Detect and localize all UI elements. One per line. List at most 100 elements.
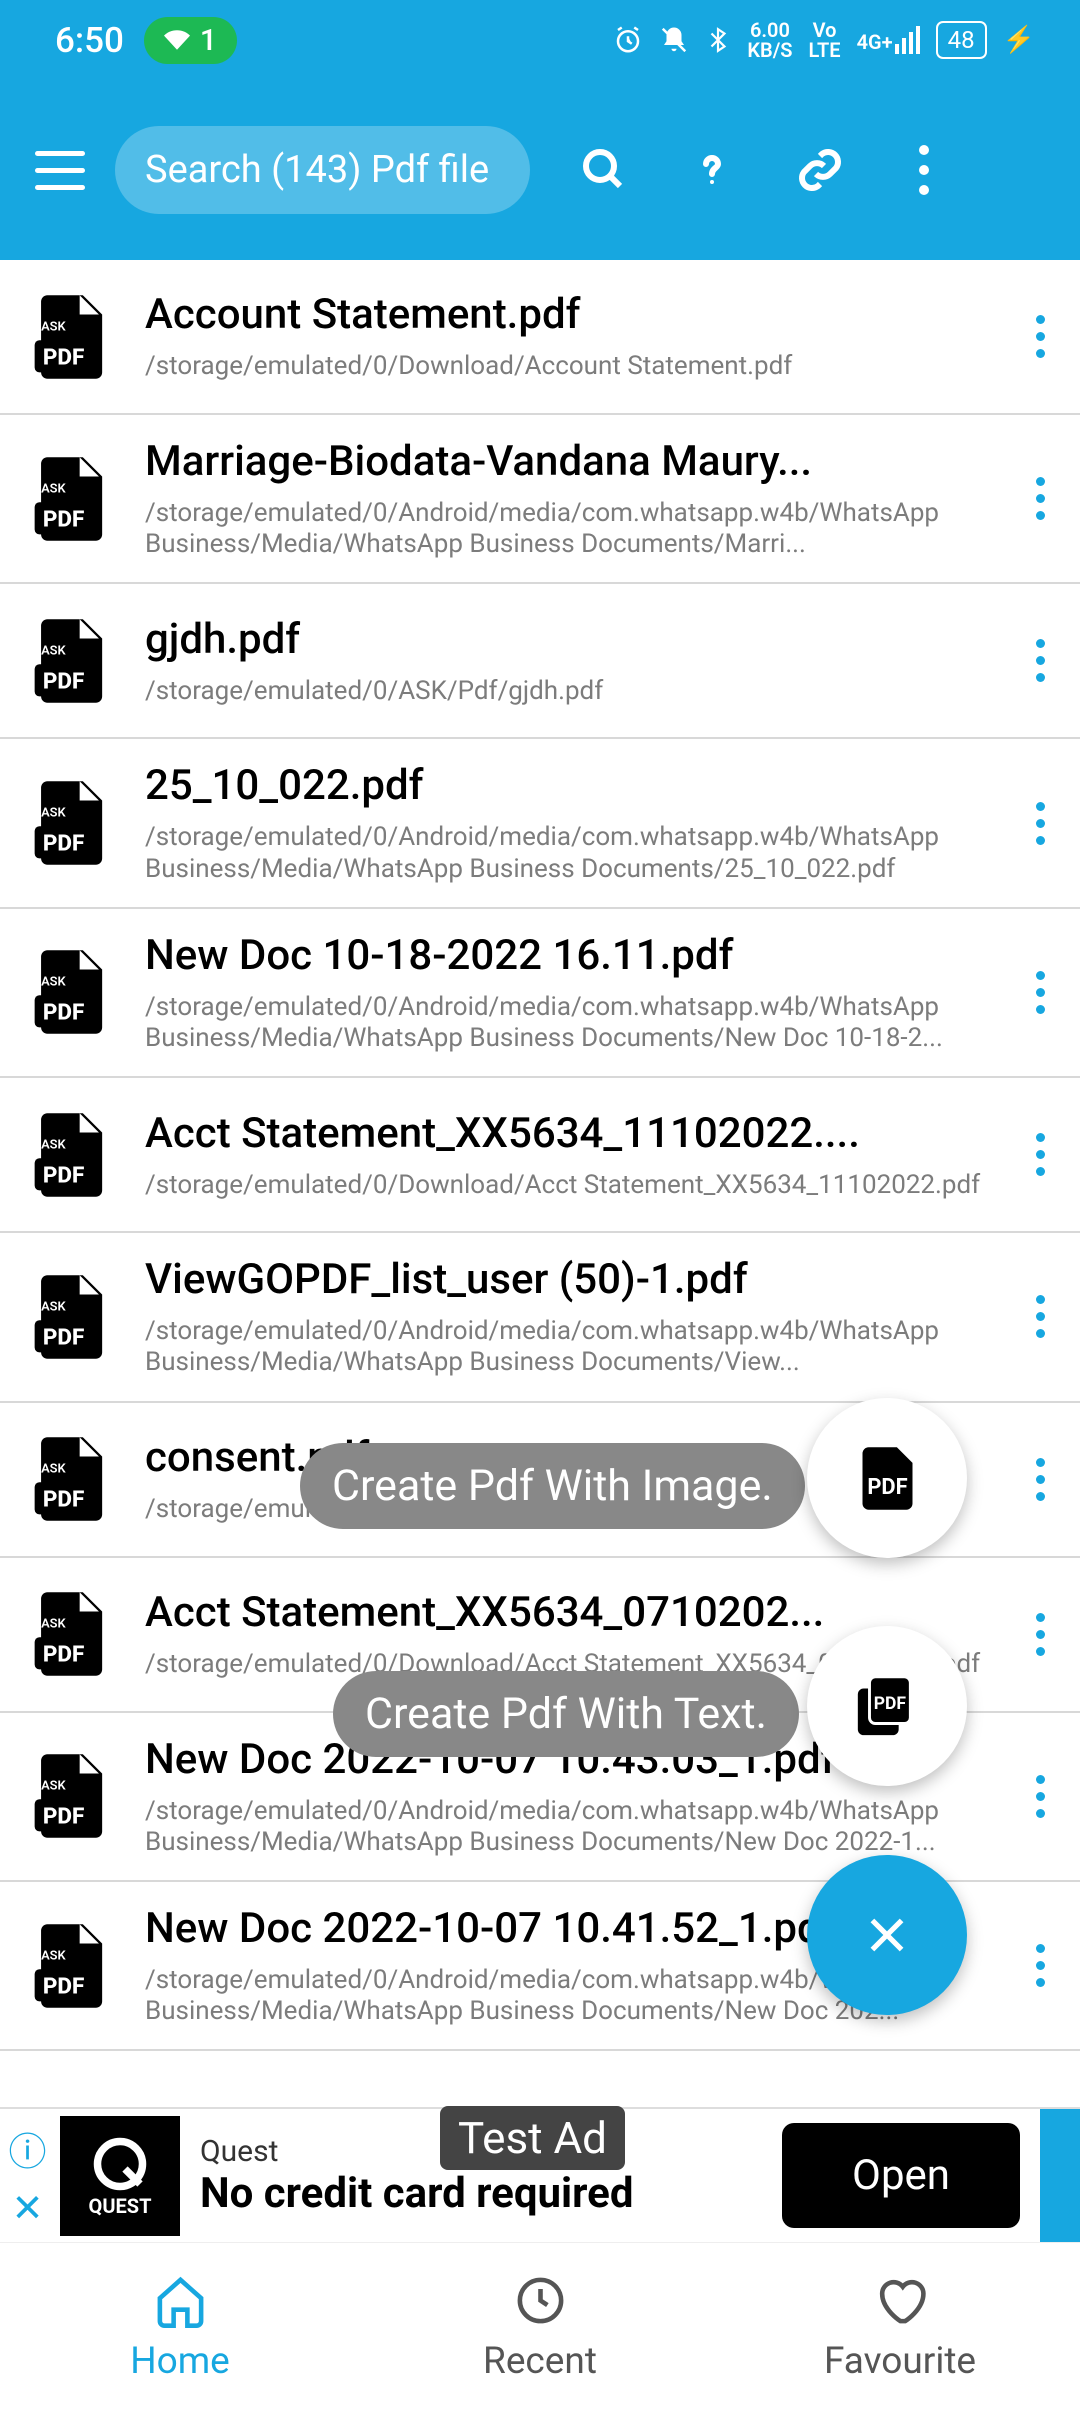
svg-text:ASK: ASK — [41, 1299, 66, 1314]
network-speed: 6.00 KB/S — [747, 20, 792, 60]
svg-text:PDF: PDF — [43, 1486, 85, 1512]
ad-accent — [1040, 2109, 1080, 2242]
status-bar: 6:50 1 6.00 KB/S Vo LTE 4G+ 48 ⚡ — [0, 0, 1080, 80]
file-name: Acct Statement_XX5634_0710202... — [145, 1588, 985, 1637]
file-more-button[interactable] — [1020, 1944, 1060, 1987]
file-path: /storage/emulated/0/Android/media/com.wh… — [145, 498, 985, 560]
svg-text:PDF: PDF — [43, 668, 85, 694]
file-more-button[interactable] — [1020, 1458, 1060, 1501]
fab-button-image[interactable]: PDF — [807, 1398, 967, 1558]
charging-icon: ⚡ — [1003, 25, 1035, 55]
file-row[interactable]: ASK PDF ViewGOPDF_list_user (50)-1.pdf /… — [0, 1233, 1080, 1402]
nav-favourite[interactable]: Favourite — [720, 2243, 1080, 2412]
file-path: /storage/emulated/0/Android/media/com.wh… — [145, 992, 985, 1054]
svg-text:ASK: ASK — [41, 1137, 66, 1152]
nav-recent-label: Recent — [483, 2340, 597, 2383]
file-path: /storage/emulated/0/Android/media/com.wh… — [145, 1796, 985, 1858]
svg-text:PDF: PDF — [43, 1973, 85, 1999]
home-icon — [153, 2273, 208, 2328]
fab-button-text[interactable]: PDF — [807, 1626, 967, 1786]
volte-indicator: Vo LTE — [809, 20, 841, 60]
help-icon[interactable] — [688, 146, 736, 194]
file-path: /storage/emulated/0/Android/media/com.wh… — [145, 1316, 985, 1378]
nav-favourite-label: Favourite — [824, 2340, 976, 2383]
svg-text:ASK: ASK — [41, 1617, 66, 1632]
ad-cta-button[interactable]: Open — [782, 2123, 1020, 2228]
pdf-file-icon: ASK PDF — [30, 947, 110, 1037]
nav-recent[interactable]: Recent — [360, 2243, 720, 2412]
file-more-button[interactable] — [1020, 971, 1060, 1014]
pdf-file-icon: ASK PDF — [30, 454, 110, 544]
svg-text:ASK: ASK — [41, 481, 66, 496]
pdf-file-icon: ASK PDF — [30, 1589, 110, 1679]
file-row[interactable]: ASK PDF Account Statement.pdf /storage/e… — [0, 260, 1080, 415]
app-bar: Search (143) Pdf file — [0, 80, 1080, 260]
wifi-icon — [164, 27, 190, 53]
pdf-image-icon: PDF — [850, 1441, 925, 1516]
ad-logo: QUEST — [60, 2116, 180, 2236]
file-row[interactable]: ASK PDF New Doc 10-18-2022 16.11.pdf /st… — [0, 909, 1080, 1078]
wifi-badge: 1 — [144, 17, 237, 64]
file-name: ViewGOPDF_list_user (50)-1.pdf — [145, 1255, 985, 1304]
svg-text:PDF: PDF — [43, 1162, 85, 1188]
ad-info-icon[interactable]: ⓘ — [8, 2121, 46, 2176]
pdf-file-icon: ASK PDF — [30, 1272, 110, 1362]
pdf-file-icon: ASK PDF — [30, 778, 110, 868]
wifi-count: 1 — [200, 23, 217, 58]
svg-text:PDF: PDF — [43, 830, 85, 856]
fab-label-text: Create Pdf With Text. — [333, 1671, 799, 1757]
ad-close-icon[interactable]: ✕ — [12, 2186, 44, 2231]
file-list: ASK PDF Account Statement.pdf /storage/e… — [0, 260, 1080, 2051]
svg-text:PDF: PDF — [43, 344, 85, 370]
mute-icon — [659, 25, 689, 55]
pdf-file-icon: ASK PDF — [30, 1434, 110, 1524]
heart-icon — [873, 2273, 928, 2328]
file-more-button[interactable] — [1020, 639, 1060, 682]
file-more-button[interactable] — [1020, 802, 1060, 845]
fab-close-button[interactable] — [807, 1855, 967, 2015]
svg-text:PDF: PDF — [43, 506, 85, 532]
network-4g: 4G+ — [857, 26, 920, 54]
svg-text:PDF: PDF — [867, 1475, 907, 1500]
svg-text:ASK: ASK — [41, 1779, 66, 1794]
bottom-nav: Home Recent Favourite — [0, 2242, 1080, 2412]
hamburger-menu-button[interactable] — [30, 140, 90, 200]
file-path: /storage/emulated/0/ASK/Pdf/gjdh.pdf — [145, 676, 985, 707]
file-more-button[interactable] — [1020, 1613, 1060, 1656]
fab-label-image: Create Pdf With Image. — [300, 1443, 805, 1529]
ad-headline: No credit card required — [200, 2169, 782, 2218]
battery-indicator: 48 — [936, 21, 987, 59]
pdf-file-icon: ASK PDF — [30, 1921, 110, 2011]
file-more-button[interactable] — [1020, 315, 1060, 358]
file-row[interactable]: ASK PDF Acct Statement_XX5634_11102022..… — [0, 1078, 1080, 1233]
svg-text:ASK: ASK — [41, 1462, 66, 1477]
file-path: /storage/emulated/0/Download/Acct Statem… — [145, 1170, 985, 1201]
file-more-button[interactable] — [1020, 1133, 1060, 1176]
file-name: Account Statement.pdf — [145, 290, 985, 339]
search-input[interactable]: Search (143) Pdf file — [115, 126, 530, 214]
svg-text:ASK: ASK — [41, 643, 66, 658]
overflow-menu-button[interactable] — [904, 145, 944, 195]
nav-home-label: Home — [130, 2340, 230, 2383]
svg-text:PDF: PDF — [43, 1804, 85, 1830]
ad-banner: ⓘ ✕ QUEST Quest No credit card required … — [0, 2107, 1080, 2242]
bluetooth-icon — [705, 25, 731, 55]
link-icon[interactable] — [796, 146, 844, 194]
file-row[interactable]: ASK PDF 25_10_022.pdf /storage/emulated/… — [0, 739, 1080, 908]
file-row[interactable]: ASK PDF gjdh.pdf /storage/emulated/0/ASK… — [0, 584, 1080, 739]
file-name: Marriage-Biodata-Vandana Maury... — [145, 437, 985, 486]
nav-home[interactable]: Home — [0, 2243, 360, 2412]
file-more-button[interactable] — [1020, 477, 1060, 520]
svg-text:ASK: ASK — [41, 975, 66, 990]
file-row[interactable]: ASK PDF Marriage-Biodata-Vandana Maury..… — [0, 415, 1080, 584]
file-more-button[interactable] — [1020, 1775, 1060, 1818]
clock: 6:50 — [55, 20, 124, 61]
file-path: /storage/emulated/0/Download/Account Sta… — [145, 351, 985, 382]
file-more-button[interactable] — [1020, 1295, 1060, 1338]
search-icon[interactable] — [580, 146, 628, 194]
pdf-file-icon: ASK PDF — [30, 616, 110, 706]
alarm-icon — [613, 25, 643, 55]
svg-text:ASK: ASK — [41, 319, 66, 334]
file-name: gjdh.pdf — [145, 615, 985, 664]
file-name: Acct Statement_XX5634_11102022.... — [145, 1109, 985, 1158]
